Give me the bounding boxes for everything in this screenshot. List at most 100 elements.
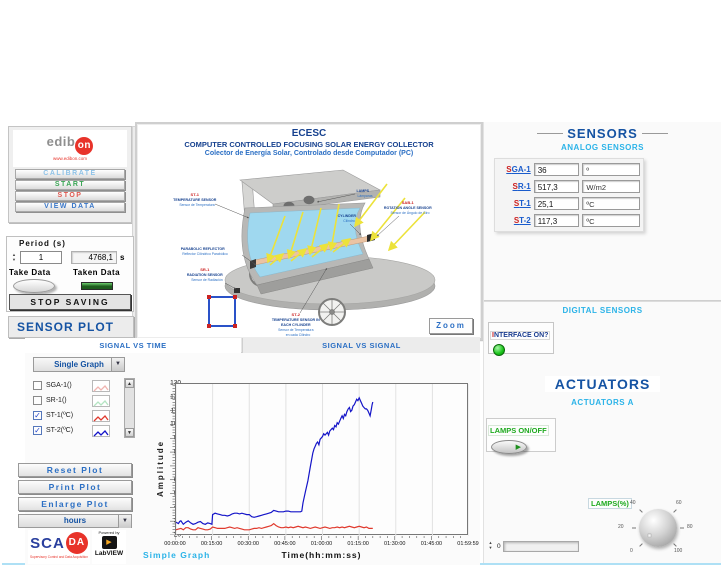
knob-tick-label: 80 <box>687 524 693 530</box>
edibon-url: www.edibon.com <box>13 156 127 161</box>
period-group: Period (s) ▲▼ 1 4768,1 s Take Data Taken… <box>6 236 134 312</box>
sensor-name: ST-1 <box>498 199 534 208</box>
callout-sr1: SR-1 RADIATION SENSOR Sensor de Radiació… <box>187 258 227 282</box>
taken-data-led <box>81 282 113 290</box>
sensor-row: ST-1 25,1 ºC <box>498 195 640 212</box>
sensors-title: SENSORS <box>484 126 721 141</box>
interface-on-led <box>493 344 505 356</box>
control-panel: edibon www.edibon.com CALIBRATE START ST… <box>8 126 132 223</box>
plot-legend: SGA-1() SR-1() ✓ ST-1(ºC) ✓ ST-2(ºC) <box>33 378 123 438</box>
legend-checkbox-0[interactable] <box>33 381 42 390</box>
sensor-name: ST-2 <box>498 216 534 225</box>
period-input[interactable]: 1 <box>20 251 62 264</box>
elapsed-time-display: 4768,1 <box>71 251 117 264</box>
x-tick-label: 01:30:00 <box>384 541 405 547</box>
lamps-onoff-label: LAMPS ON/OFF <box>488 425 549 436</box>
sensor-unit: W/m2 <box>582 180 640 193</box>
sensor-value: 517,3 <box>534 180 580 193</box>
labview-logo: Powered by ▶ LabVIEW <box>92 530 126 564</box>
legend-row: SGA-1() <box>33 378 123 393</box>
x-axis-ticks: 00:00:0000:15:0000:30:0000:45:0001:00:00… <box>175 541 468 549</box>
x-tick-label: 00:15:00 <box>201 541 222 547</box>
waveform-chart <box>175 383 468 535</box>
legend-row: ✓ ST-2(ºC) <box>33 423 123 438</box>
sensor-row: SGA-1 36 º <box>498 161 640 178</box>
knob-tick-label: 40 <box>630 500 636 506</box>
x-tick-label: 01:59:59 <box>457 541 478 547</box>
x-axis-label: Time(hh:mm:ss) <box>175 550 468 560</box>
section-divider <box>484 300 721 302</box>
diagram-title-es: Colector de Energía Solar, Controlado de… <box>137 150 481 157</box>
legend-scrollbar[interactable]: ▲ ▼ <box>124 378 135 438</box>
solar-collector-illustration: ST-1 TEMPERATURE SENSOR Sensor de Temper… <box>137 158 483 340</box>
actuators-a-title: ACTUATORS A <box>484 398 721 407</box>
elapsed-unit-label: s <box>120 253 124 262</box>
time-unit-dropdown[interactable]: hours ▼ <box>18 514 132 528</box>
sensor-name: SGA-1 <box>498 165 534 174</box>
tab-signal-vs-time[interactable]: SIGNAL VS TIME <box>25 338 241 353</box>
stop-saving-button[interactable]: STOP SAVING <box>9 294 131 310</box>
chevron-down-icon[interactable]: ▼ <box>111 358 124 371</box>
application-window: edibon www.edibon.com CALIBRATE START ST… <box>0 0 723 584</box>
x-tick-label: 01:45:00 <box>421 541 442 547</box>
lamps-onoff-toggle[interactable]: ▶ <box>491 440 527 454</box>
actuators-title: ACTUATORS <box>484 376 721 392</box>
x-tick-label: 00:30:00 <box>238 541 259 547</box>
take-data-toggle[interactable] <box>13 279 55 293</box>
legend-checkbox-3[interactable]: ✓ <box>33 426 42 435</box>
callout-st1: ST-1 TEMPERATURE SENSOR Sensor de Temper… <box>173 183 221 207</box>
view-data-button[interactable]: VIEW DATA <box>15 202 125 212</box>
legend-label: SGA-1() <box>46 382 92 389</box>
legend-checkbox-2[interactable]: ✓ <box>33 411 42 420</box>
stop-button[interactable]: STOP <box>15 191 125 201</box>
sensor-unit: ºC <box>582 214 640 227</box>
lamp-2 <box>304 196 315 204</box>
tab-signal-vs-signal[interactable]: SIGNAL VS SIGNAL <box>242 338 480 353</box>
interface-indicator: INTERFACE ON? <box>488 322 554 354</box>
callout-sab1: SAB-1 ROTATION ANGLE SENSOR Sensor de Án… <box>384 191 436 215</box>
diagram-panel: ECESC COMPUTER CONTROLLED FOCUSING SOLAR… <box>135 122 483 340</box>
analog-sensors-title: ANALOG SENSORS <box>484 143 721 152</box>
period-label: Period (s) <box>19 239 66 248</box>
lamps-control: LAMPS ON/OFF ▶ <box>486 418 556 452</box>
legend-line-icon <box>92 410 110 422</box>
value-spinner[interactable]: ▲▼ <box>486 540 495 552</box>
callout-parabolic-reflector: PARABOLIC REFLECTOR Reflector Cilíndrico… <box>181 237 229 256</box>
scada-logo-circle: DA <box>66 532 88 554</box>
sensor-row: SR-1 517,3 W/m2 <box>498 178 640 195</box>
lamps-percent-slider[interactable] <box>503 541 579 552</box>
io-panel: SENSORS ANALOG SENSORS SGA-1 36 º SR-1 5… <box>483 122 721 563</box>
sensor-value: 25,1 <box>534 197 580 210</box>
scada-logo: SCADA Supervisory Control and Data Acqui… <box>28 530 90 564</box>
legend-line-icon <box>92 380 110 392</box>
legend-row: SR-1() <box>33 393 123 408</box>
diagram-title-en: COMPUTER CONTROLLED FOCUSING SOLAR ENERG… <box>137 140 481 149</box>
sensor-value: 36 <box>534 163 580 176</box>
graph-mode-dropdown[interactable]: Single Graph ▼ <box>33 357 125 372</box>
plot-tabbar: SIGNAL VS TIME SIGNAL VS SIGNAL <box>25 338 480 353</box>
legend-label: ST-2(ºC) <box>46 427 92 434</box>
lamps-percent-knob-group: 0 20 40 60 80 100 <box>612 490 704 564</box>
edibon-logo: edibon www.edibon.com <box>13 130 127 167</box>
scroll-up-icon[interactable]: ▲ <box>125 379 134 388</box>
legend-label: SR-1() <box>46 397 92 404</box>
zoom-button[interactable]: Zoom <box>429 318 473 334</box>
selection-square <box>208 296 236 327</box>
chevron-down-icon[interactable]: ▼ <box>118 515 131 528</box>
reset-plot-button[interactable]: Reset Plot <box>18 463 132 477</box>
sensor-unit: º <box>582 163 640 176</box>
print-plot-button[interactable]: Print Plot <box>18 480 132 494</box>
knob-pointer <box>647 533 652 538</box>
scroll-down-icon[interactable]: ▼ <box>125 428 134 437</box>
start-button[interactable]: START <box>15 180 125 190</box>
analog-sensor-table: SGA-1 36 º SR-1 517,3 W/m2 ST-1 25,1 ºC … <box>494 158 644 232</box>
sensor-row: ST-2 117,3 ºC <box>498 212 640 229</box>
legend-checkbox-1[interactable] <box>33 396 42 405</box>
enlarge-plot-button[interactable]: Enlarge Plot <box>18 497 132 511</box>
calibrate-button[interactable]: CALIBRATE <box>15 169 125 179</box>
lamps-percent-knob[interactable] <box>639 509 677 547</box>
legend-row: ✓ ST-1(ºC) <box>33 408 123 423</box>
scada-tagline: Supervisory Control and Data Acquisition <box>28 555 90 559</box>
period-spinner[interactable]: ▲▼ <box>10 252 18 264</box>
taken-data-label: Taken Data <box>73 268 120 277</box>
